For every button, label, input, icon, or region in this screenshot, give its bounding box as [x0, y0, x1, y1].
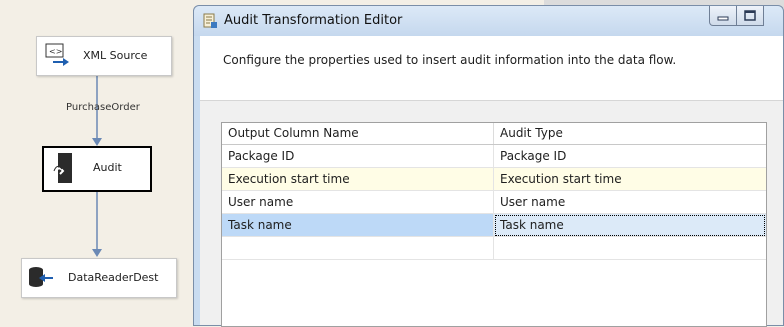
audit-type-cell[interactable]: User name — [494, 191, 766, 214]
output-column-cell[interactable] — [222, 237, 494, 260]
audit-transformation-editor-window[interactable]: Audit Transformation Editor Configure th… — [193, 5, 784, 327]
window-title: Audit Transformation Editor — [224, 13, 403, 28]
audit-type-cell[interactable] — [494, 237, 766, 260]
xml-source-component[interactable]: <> XML Source — [36, 36, 172, 76]
dialog-header: Configure the properties used to insert … — [200, 36, 783, 101]
audit-icon — [52, 153, 74, 186]
dialog-description: Configure the properties used to insert … — [223, 53, 677, 67]
xml-source-icon: <> — [45, 43, 71, 70]
database-icon — [28, 266, 54, 293]
audit-type-dropdown-cell[interactable]: Task name — [494, 214, 766, 237]
minimize-icon — [717, 16, 729, 21]
audit-type-cell[interactable]: Package ID — [494, 145, 766, 168]
audit-component[interactable]: Audit — [42, 146, 152, 192]
output-column-cell[interactable]: Package ID — [222, 145, 494, 168]
grid-header: Output Column Name Audit Type — [222, 123, 766, 145]
dialog-client-area: Configure the properties used to insert … — [200, 36, 783, 327]
datareader-dest-component[interactable]: DataReaderDest — [21, 258, 177, 298]
xml-source-label: XML Source — [83, 49, 148, 62]
audit-type-cell[interactable]: Execution start time — [494, 168, 766, 191]
table-row[interactable]: Package ID Package ID — [222, 145, 766, 168]
output-column-cell[interactable]: Execution start time — [222, 168, 494, 191]
output-column-cell[interactable]: Task name — [222, 214, 494, 237]
minimize-button[interactable] — [709, 6, 737, 26]
table-row-new[interactable] — [222, 237, 766, 260]
column-header-audit-type[interactable]: Audit Type — [494, 123, 766, 144]
app-icon — [202, 13, 218, 29]
path-label[interactable]: PurchaseOrder — [66, 102, 140, 113]
audit-columns-grid[interactable]: Output Column Name Audit Type Package ID… — [221, 122, 767, 327]
svg-text:<>: <> — [49, 47, 62, 56]
output-column-cell[interactable]: User name — [222, 191, 494, 214]
data-flow-designer[interactable]: <> XML Source PurchaseOrder Audit DataRe… — [0, 0, 193, 326]
table-row-selected[interactable]: Task name Task name — [222, 214, 766, 237]
maximize-icon — [744, 10, 756, 21]
audit-label: Audit — [93, 161, 122, 174]
maximize-button[interactable] — [737, 6, 764, 26]
column-header-output-column-name[interactable]: Output Column Name — [222, 123, 494, 144]
table-row[interactable]: User name User name — [222, 191, 766, 214]
datareader-dest-label: DataReaderDest — [68, 271, 159, 284]
title-bar[interactable]: Audit Transformation Editor — [194, 6, 783, 36]
table-row[interactable]: Execution start time Execution start tim… — [222, 168, 766, 191]
